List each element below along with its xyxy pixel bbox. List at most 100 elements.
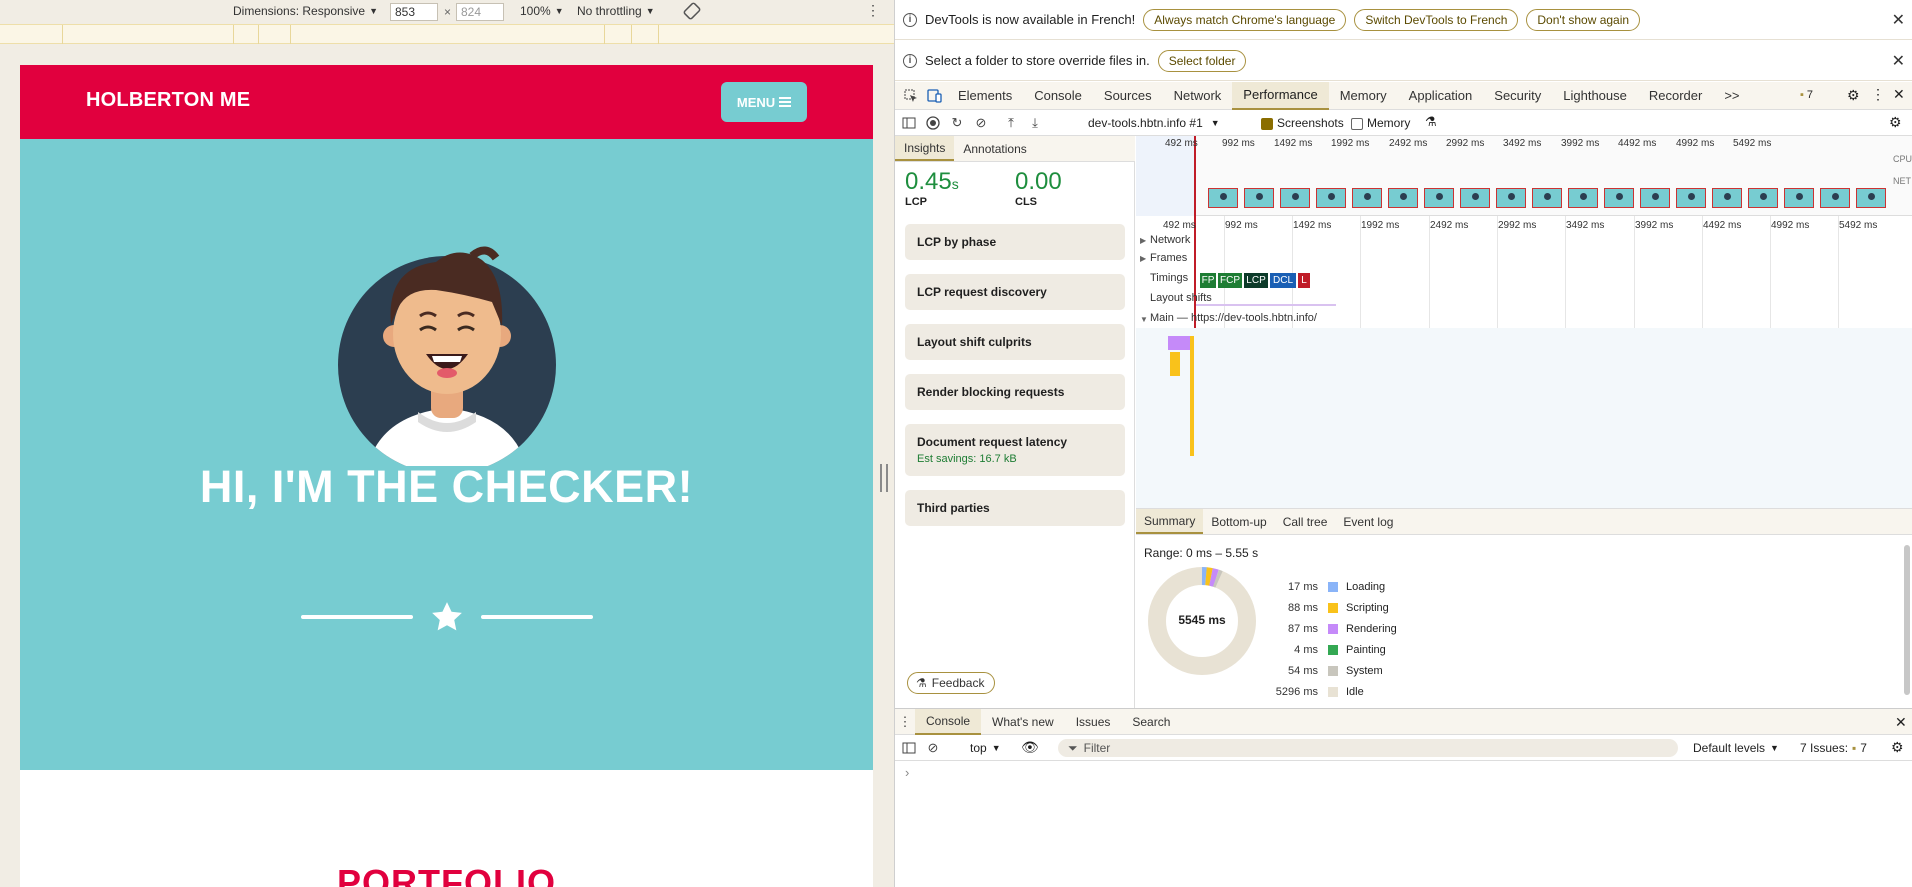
tab-whats-new[interactable]: What's new: [981, 709, 1065, 735]
zoom-dropdown[interactable]: 100% ▼: [520, 4, 564, 18]
tab-network[interactable]: Network: [1163, 82, 1233, 110]
screenshot-thumbnail[interactable]: [1712, 188, 1742, 208]
match-language-button[interactable]: Always match Chrome's language: [1143, 8, 1347, 31]
insight-card-lcp-request-discovery[interactable]: LCP request discovery: [905, 274, 1125, 310]
device-toggle-icon[interactable]: [923, 83, 947, 109]
more-tabs-button[interactable]: >>: [1713, 82, 1750, 110]
timing-marker-fp[interactable]: FP: [1200, 273, 1216, 288]
tab-event-log[interactable]: Event log: [1335, 509, 1401, 534]
flame-bar[interactable]: [1168, 336, 1190, 350]
tab-lighthouse[interactable]: Lighthouse: [1552, 82, 1638, 110]
screenshot-thumbnail[interactable]: [1532, 188, 1562, 208]
width-input[interactable]: 853: [390, 3, 438, 21]
timing-marker-lcp[interactable]: LCP: [1244, 273, 1268, 288]
settings-gear-icon[interactable]: ⚙: [1847, 87, 1860, 104]
switch-french-button[interactable]: Switch DevTools to French: [1354, 8, 1519, 31]
insight-card-document-latency[interactable]: Document request latency Est savings: 16…: [905, 424, 1125, 476]
tab-call-tree[interactable]: Call tree: [1275, 509, 1336, 534]
download-icon[interactable]: ⤓: [1023, 110, 1047, 136]
reload-record-icon[interactable]: ↻: [945, 110, 969, 136]
insight-card-render-blocking[interactable]: Render blocking requests: [905, 374, 1125, 410]
timing-marker-load[interactable]: L: [1298, 273, 1310, 288]
flame-bar[interactable]: [1190, 336, 1194, 456]
tab-bottom-up[interactable]: Bottom-up: [1203, 509, 1274, 534]
insight-card-lcp-by-phase[interactable]: LCP by phase: [905, 224, 1125, 260]
clear-console-icon[interactable]: ⊘: [921, 735, 945, 761]
settings-gear-icon[interactable]: ⚙: [1889, 114, 1902, 131]
track-timings[interactable]: Timings: [1150, 272, 1188, 284]
insight-card-third-parties[interactable]: Third parties: [905, 490, 1125, 526]
screenshot-thumbnail[interactable]: [1424, 188, 1454, 208]
more-options-icon[interactable]: ⋮: [866, 2, 880, 19]
resize-handle[interactable]: [880, 464, 888, 492]
issues-counter[interactable]: ▪ 7: [1800, 89, 1813, 101]
close-icon[interactable]: ✕: [1893, 86, 1905, 103]
tab-elements[interactable]: Elements: [947, 82, 1023, 110]
tab-console[interactable]: Console: [1023, 82, 1093, 110]
memory-checkbox[interactable]: Memory: [1351, 116, 1410, 130]
throttling-dropdown[interactable]: No throttling ▼: [577, 4, 655, 18]
screenshot-thumbnail[interactable]: [1640, 188, 1670, 208]
screenshot-thumbnail[interactable]: [1676, 188, 1706, 208]
clear-icon[interactable]: ⊘: [969, 110, 993, 136]
site-logo[interactable]: HOLBERTON ME: [86, 89, 250, 112]
issues-link[interactable]: 7 Issues: ▪ 7: [1800, 741, 1867, 755]
tab-annotations[interactable]: Annotations: [954, 136, 1035, 161]
summary-scrollbar[interactable]: [1904, 545, 1910, 695]
insight-card-layout-shift-culprits[interactable]: Layout shift culprits: [905, 324, 1125, 360]
tab-security[interactable]: Security: [1483, 82, 1552, 110]
levels-select[interactable]: Default levels ▼: [1693, 741, 1779, 755]
dimensions-dropdown[interactable]: Dimensions: Responsive ▼: [233, 4, 378, 18]
screenshot-thumbnail[interactable]: [1388, 188, 1418, 208]
close-icon[interactable]: ✕: [1892, 10, 1905, 30]
inspect-element-icon[interactable]: [899, 83, 923, 109]
dont-show-again-button[interactable]: Don't show again: [1526, 8, 1641, 31]
track-network[interactable]: Network: [1150, 234, 1190, 246]
height-input[interactable]: 824: [456, 3, 504, 21]
rotate-icon[interactable]: [682, 1, 702, 24]
console-prompt[interactable]: ›: [905, 765, 909, 780]
recording-select[interactable]: dev-tools.hbtn.info #1 ▼: [1088, 116, 1220, 130]
tab-summary[interactable]: Summary: [1136, 509, 1204, 534]
screenshot-thumbnail[interactable]: [1568, 188, 1598, 208]
screenshot-thumbnail[interactable]: [1208, 188, 1238, 208]
screenshot-thumbnail[interactable]: [1496, 188, 1526, 208]
lcp-value[interactable]: 0.45s: [905, 168, 959, 196]
record-icon[interactable]: [921, 110, 945, 136]
expand-arrow-icon[interactable]: ▶: [1140, 254, 1146, 263]
close-icon[interactable]: ✕: [1892, 51, 1905, 71]
timeline-area[interactable]: 492 ms 992 ms 1492 ms 1992 ms 2492 ms 29…: [1136, 136, 1912, 508]
close-icon[interactable]: ✕: [1895, 714, 1907, 731]
context-select[interactable]: top ▼: [970, 741, 1001, 755]
flame-bar[interactable]: [1170, 352, 1180, 376]
eye-icon[interactable]: 👁: [1021, 739, 1039, 756]
tab-application[interactable]: Application: [1398, 82, 1484, 110]
tab-console[interactable]: Console: [915, 708, 982, 735]
timing-marker-dcl[interactable]: DCL: [1270, 273, 1296, 288]
tab-recorder[interactable]: Recorder: [1638, 82, 1713, 110]
main-thread-flamechart[interactable]: [1136, 328, 1912, 508]
settings-gear-icon[interactable]: ⚙: [1891, 739, 1904, 756]
more-options-icon[interactable]: ⋮: [1871, 86, 1885, 103]
drawer-menu-icon[interactable]: ⋮: [895, 709, 915, 735]
tab-issues[interactable]: Issues: [1065, 709, 1122, 735]
track-main[interactable]: Main — https://dev-tools.hbtn.info/: [1150, 312, 1317, 324]
garbage-collect-icon[interactable]: ⚗: [1425, 114, 1437, 130]
menu-button[interactable]: MENU: [721, 82, 807, 122]
screenshot-thumbnail[interactable]: [1748, 188, 1778, 208]
sidebar-toggle-icon[interactable]: [897, 735, 921, 761]
media-query-bar[interactable]: [0, 24, 894, 44]
expand-arrow-icon[interactable]: ▶: [1140, 236, 1146, 245]
tab-insights[interactable]: Insights: [895, 136, 955, 161]
tab-performance[interactable]: Performance: [1232, 81, 1329, 110]
tab-memory[interactable]: Memory: [1329, 82, 1398, 110]
filter-input[interactable]: ⏷ Filter: [1058, 739, 1678, 757]
upload-icon[interactable]: ⤒: [999, 110, 1023, 136]
tab-sources[interactable]: Sources: [1093, 82, 1163, 110]
screenshots-checkbox[interactable]: Screenshots: [1261, 116, 1344, 130]
collapse-arrow-icon[interactable]: ▼: [1140, 315, 1148, 324]
tab-search[interactable]: Search: [1121, 709, 1181, 735]
screenshot-thumbnail[interactable]: [1460, 188, 1490, 208]
screenshot-thumbnail[interactable]: [1856, 188, 1886, 208]
cls-value[interactable]: 0.00: [1015, 168, 1062, 196]
